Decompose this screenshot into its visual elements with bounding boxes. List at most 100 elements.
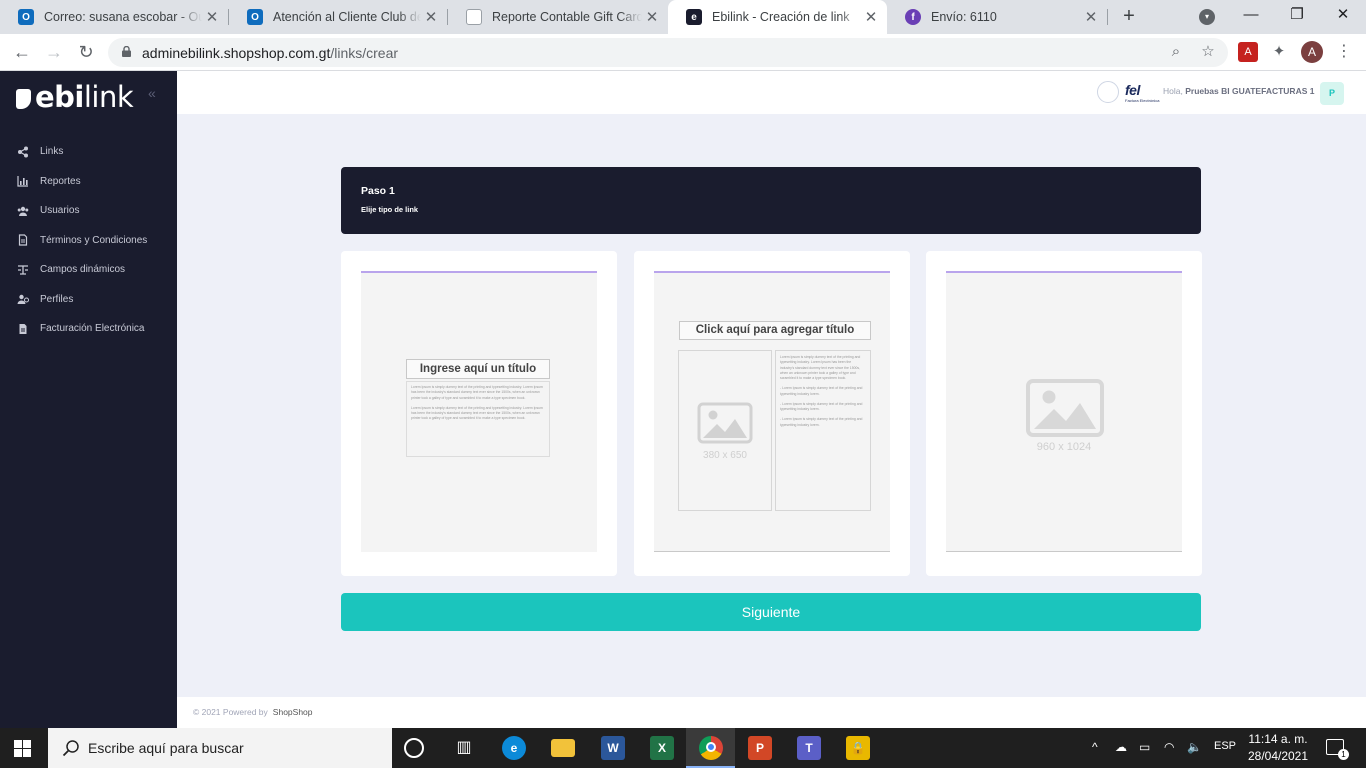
chrome-icon[interactable] (699, 736, 723, 760)
reload-icon[interactable]: ↻ (74, 40, 98, 64)
chrome-menu-icon[interactable]: ⋮ (1336, 40, 1352, 64)
language-indicator[interactable]: ESP (1214, 740, 1236, 752)
template-title-placeholder: Click aquí para agregar título (679, 321, 871, 340)
invoice-icon (19, 323, 27, 334)
sidebar-menu: Links Reportes Usuarios Términos y Condi… (0, 137, 177, 344)
sidebar-item-facturacion[interactable]: Facturación Electrónica (0, 314, 177, 344)
tab-title: Correo: susana escobar - Outlook (44, 10, 202, 24)
search-icon (62, 740, 79, 757)
windows-taskbar: Escribe aquí para buscar ▥ e W X P T 🔒 ^… (0, 728, 1366, 768)
file-explorer-icon[interactable] (551, 739, 575, 757)
browser-tab-reporte[interactable]: Reporte Contable Gift Cards - Google Doc… (448, 0, 668, 34)
tab-close-icon[interactable]: ✕ (642, 8, 662, 26)
pdf-extension-icon[interactable]: A (1238, 42, 1258, 62)
sidebar: ebi link « Links Reportes Usuarios Térmi… (0, 71, 177, 728)
image-placeholder-icon (697, 402, 753, 444)
sidebar-item-label: Reportes (40, 175, 81, 187)
tab-title: Envío: 6110 (931, 10, 997, 24)
url-text[interactable]: adminebilink.shopshop.com.gt/links/crear (142, 45, 398, 61)
share-icon (18, 146, 28, 158)
sidebar-item-label: Usuarios (40, 205, 80, 217)
ebilink-logo[interactable]: ebi link (16, 79, 134, 115)
minimize-icon[interactable]: — (1228, 0, 1274, 30)
footer-brand-link[interactable]: ShopShop (273, 707, 313, 717)
user-greeting: Hola, Pruebas BI GUATEFACTURAS 1 (1163, 86, 1314, 96)
users-icon (17, 206, 29, 216)
extensions-icon[interactable]: ✦ (1268, 41, 1290, 63)
lorem-bullet: - Lorem Ipsum is simply dummy text of th… (780, 417, 863, 427)
tab-title: Reporte Contable Gift Cards - Google Doc… (492, 10, 642, 24)
new-tab-button[interactable]: + (1118, 5, 1140, 27)
template-card-image-text[interactable]: Click aquí para agregar título 380 x 650… (634, 251, 910, 576)
sidebar-item-campos[interactable]: Campos dinámicos (0, 255, 177, 285)
sidebar-item-label: Campos dinámicos (40, 264, 126, 276)
sidebar-item-links[interactable]: Links (0, 137, 177, 167)
ebilink-icon: e (686, 9, 702, 25)
tab-search-icon[interactable]: ▾ (1199, 9, 1215, 25)
window-close-icon[interactable]: ✕ (1320, 0, 1366, 30)
cortana-icon[interactable] (404, 738, 424, 758)
user-avatar[interactable]: P (1320, 82, 1344, 105)
sidebar-item-perfiles[interactable]: Perfiles (0, 285, 177, 315)
fields-icon (18, 265, 28, 275)
zoom-icon[interactable]: ⌕ (1165, 41, 1187, 63)
powerpoint-icon[interactable]: P (748, 736, 772, 760)
browser-tab-envio[interactable]: f Envío: 6110 ✕ (887, 0, 1107, 34)
edge-icon[interactable]: e (502, 736, 526, 760)
template-title-placeholder: Ingrese aquí un título (406, 359, 550, 379)
tab-close-icon[interactable]: ✕ (421, 8, 441, 26)
restore-icon[interactable]: ❐ (1274, 0, 1320, 30)
main-content: Paso 1 Elije tipo de link Ingrese aquí u… (177, 114, 1366, 697)
windows-start-icon[interactable] (14, 740, 31, 757)
logo-text-light: link (83, 80, 134, 114)
browser-tab-ebilink[interactable]: e Ebilink - Creación de link ✕ (668, 0, 887, 34)
sidebar-collapse-icon[interactable]: « (148, 85, 156, 101)
lorem-paragraph: Lorem Ipsum is simply dummy text of the … (411, 405, 543, 421)
battery-icon[interactable]: ▭ (1139, 740, 1150, 754)
taskbar-clock[interactable]: 11:14 a. m. 28/04/2021 (1246, 731, 1310, 765)
taskbar-search-box[interactable]: Escribe aquí para buscar (48, 728, 392, 768)
sidebar-item-label: Links (40, 146, 64, 158)
bookmark-star-icon[interactable]: ☆ (1197, 41, 1219, 63)
browser-toolbar: ← → ↻ adminebilink.shopshop.com.gt/links… (0, 34, 1366, 71)
template-body-placeholder: Lorem Ipsum is simply dummy text of the … (406, 381, 550, 457)
address-bar[interactable]: adminebilink.shopshop.com.gt/links/crear (108, 38, 1228, 67)
onedrive-icon[interactable]: ☁ (1115, 740, 1127, 754)
wifi-icon[interactable]: ◠ (1164, 740, 1174, 754)
profiles-icon (17, 295, 29, 305)
notification-center-icon[interactable]: 1 (1326, 739, 1349, 760)
lock-icon[interactable] (122, 46, 131, 57)
tab-close-icon[interactable]: ✕ (861, 8, 881, 26)
step-header: Paso 1 Elije tipo de link (341, 167, 1201, 234)
lock-app-icon[interactable]: 🔒 (846, 736, 870, 760)
browser-tab-atencion[interactable]: O Atención al Cliente Club de Compras ✕ (229, 0, 447, 34)
next-button[interactable]: Siguiente (341, 593, 1201, 631)
template-text-column: Lorem Ipsum is simply dummy text of the … (775, 350, 871, 511)
sidebar-item-reportes[interactable]: Reportes (0, 167, 177, 197)
teams-icon[interactable]: T (797, 736, 821, 760)
chrome-profile-avatar[interactable]: A (1301, 41, 1323, 63)
show-hidden-icons-icon[interactable]: ^ (1092, 740, 1098, 754)
outlook-icon: O (18, 9, 34, 25)
ebilink-logo-mark (16, 89, 31, 109)
sidebar-item-terminos[interactable]: Términos y Condiciones (0, 226, 177, 256)
excel-icon[interactable]: X (650, 736, 674, 760)
document-icon (18, 234, 28, 246)
app-footer: © 2021 Powered by ShopShop (177, 697, 1366, 728)
volume-icon[interactable]: 🔈 (1187, 740, 1202, 754)
sidebar-item-usuarios[interactable]: Usuarios (0, 196, 177, 226)
browser-tab-strip: O Correo: susana escobar - Outlook ✕ O A… (0, 0, 1366, 34)
browser-tab-outlook[interactable]: O Correo: susana escobar - Outlook ✕ (0, 0, 228, 34)
tab-close-icon[interactable]: ✕ (1081, 8, 1101, 26)
clock-date: 28/04/2021 (1247, 749, 1309, 763)
greeting-text: Hola, (1163, 86, 1183, 96)
template-preview: 960 x 1024 (946, 271, 1182, 552)
tab-close-icon[interactable]: ✕ (202, 8, 222, 26)
image-placeholder-icon (1026, 379, 1104, 437)
word-icon[interactable]: W (601, 736, 625, 760)
back-icon[interactable]: ← (10, 40, 34, 64)
task-view-icon[interactable]: ▥ (452, 736, 476, 760)
template-card-image-only[interactable]: 960 x 1024 (926, 251, 1202, 576)
template-card-title-text[interactable]: Ingrese aquí un título Lorem Ipsum is si… (341, 251, 617, 576)
forward-icon[interactable]: → (42, 40, 66, 64)
